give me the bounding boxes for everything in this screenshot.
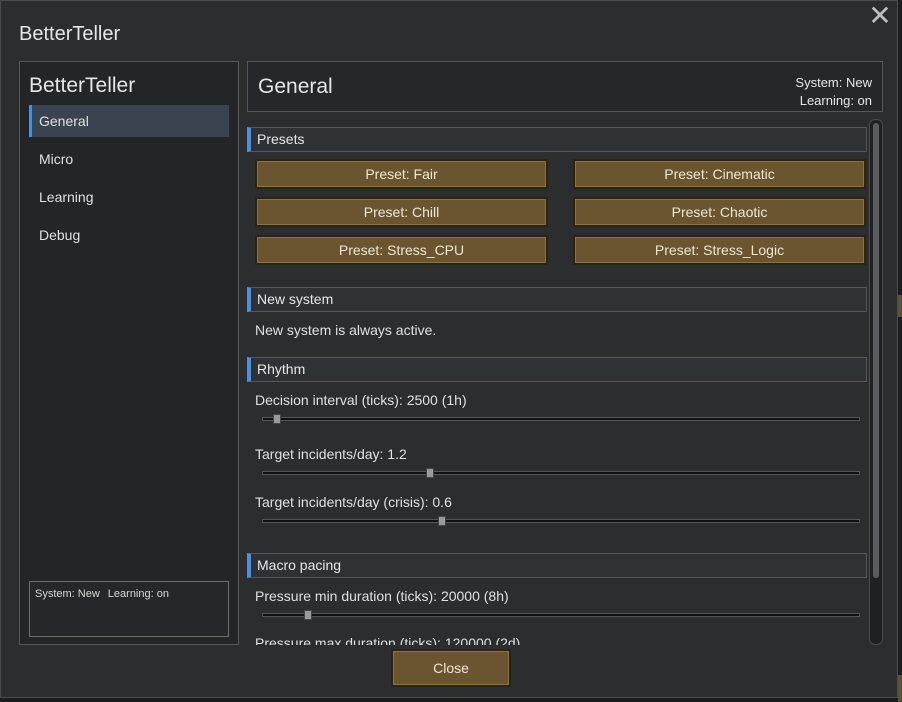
- preset-fair-button[interactable]: Preset: Fair: [255, 159, 548, 189]
- slider-thumb[interactable]: [303, 610, 312, 620]
- sidebar: BetterTeller General Micro Learning Debu…: [19, 61, 239, 645]
- decision-interval-slider[interactable]: [262, 414, 860, 424]
- background-edge: [898, 675, 902, 702]
- sidebar-title: BetterTeller: [29, 74, 136, 97]
- sidebar-item-debug[interactable]: Debug: [29, 219, 229, 251]
- section-header-presets: Presets: [247, 127, 867, 152]
- status-system: System: New: [35, 588, 100, 600]
- section-header-rhythm: Rhythm: [247, 357, 867, 382]
- header-learning-status: Learning: on: [799, 93, 872, 108]
- slider-label-target-incidents: Target incidents/day: 1.2: [255, 446, 407, 462]
- slider-label-pressure-max: Pressure max duration (ticks): 120000 (2…: [255, 635, 521, 645]
- betterteller-dialog: ✕ BetterTeller BetterTeller General Micr…: [0, 0, 898, 698]
- close-button[interactable]: Close: [391, 649, 511, 687]
- slider-label-pressure-min: Pressure min duration (ticks): 20000 (8h…: [255, 588, 509, 604]
- new-system-text: New system is always active.: [255, 322, 437, 338]
- status-learning: Learning: on: [107, 588, 169, 600]
- slider-thumb[interactable]: [272, 414, 281, 424]
- target-incidents-slider[interactable]: [262, 468, 860, 478]
- close-icon[interactable]: ✕: [867, 2, 893, 30]
- preset-stress-logic-button[interactable]: Preset: Stress_Logic: [573, 235, 866, 265]
- slider-label-target-incidents-crisis: Target incidents/day (crisis): 0.6: [255, 494, 452, 510]
- page-title: General: [258, 75, 333, 98]
- settings-content: Presets Preset: Fair Preset: Cinematic P…: [247, 119, 869, 645]
- sidebar-nav: General Micro Learning Debug: [29, 105, 229, 257]
- preset-chaotic-button[interactable]: Preset: Chaotic: [573, 197, 866, 227]
- section-header-new-system: New system: [247, 287, 867, 312]
- sidebar-item-micro[interactable]: Micro: [29, 143, 229, 175]
- scrollbar-thumb[interactable]: [873, 123, 879, 578]
- pressure-min-slider[interactable]: [262, 610, 860, 620]
- section-header-macro-pacing: Macro pacing: [247, 553, 867, 578]
- background-edge: [898, 295, 902, 317]
- target-incidents-crisis-slider[interactable]: [262, 516, 860, 526]
- content-scrollbar[interactable]: [869, 119, 883, 645]
- status-box: System: New Learning: on: [29, 581, 229, 637]
- slider-thumb[interactable]: [425, 468, 434, 478]
- header-system-status: System: New: [795, 75, 872, 90]
- window-title: BetterTeller: [19, 23, 121, 45]
- sidebar-item-general[interactable]: General: [29, 105, 229, 137]
- sidebar-item-learning[interactable]: Learning: [29, 181, 229, 213]
- preset-chill-button[interactable]: Preset: Chill: [255, 197, 548, 227]
- page-header: General System: New Learning: on: [247, 61, 883, 112]
- preset-cinematic-button[interactable]: Preset: Cinematic: [573, 159, 866, 189]
- preset-stress-cpu-button[interactable]: Preset: Stress_CPU: [255, 235, 548, 265]
- slider-thumb[interactable]: [437, 516, 446, 526]
- slider-label-decision-interval: Decision interval (ticks): 2500 (1h): [255, 392, 467, 408]
